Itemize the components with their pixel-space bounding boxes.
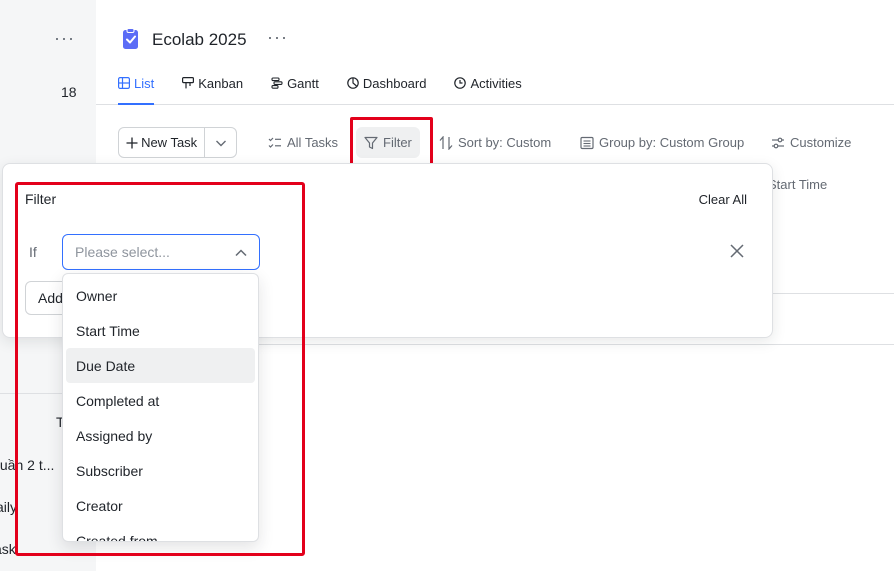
tab-gantt[interactable]: Gantt	[271, 74, 319, 105]
rail-more-button[interactable]: ···	[54, 28, 75, 49]
tab-label: Dashboard	[362, 76, 427, 91]
dropdown-option-creator[interactable]: Creator	[66, 488, 255, 523]
group-icon	[580, 136, 594, 149]
project-title: Ecolab 2025	[152, 30, 247, 49]
dropdown-option-start-time[interactable]: Start Time	[66, 313, 255, 348]
customize-button[interactable]: Customize	[771, 127, 851, 158]
field-select-input[interactable]	[75, 244, 225, 260]
chevron-up-icon	[235, 249, 247, 257]
task-toolbar: New Task All Tasks Filter Sort by: Custo…	[118, 127, 894, 158]
dropdown-option-created-from[interactable]: Created from	[66, 523, 255, 542]
tab-activities[interactable]: Activities	[454, 74, 522, 105]
field-select[interactable]	[62, 234, 260, 270]
rail-text[interactable]: aily	[0, 499, 26, 515]
sliders-icon	[772, 137, 784, 148]
tab-kanban[interactable]: Kanban	[182, 74, 243, 105]
rail-text[interactable]: ask	[0, 541, 24, 557]
remove-condition-icon[interactable]	[729, 243, 745, 259]
new-task-button[interactable]: New Task	[119, 128, 206, 157]
tab-label: List	[134, 76, 155, 91]
project-header: Ecolab 2025 ··· List Kanban Gantt Dashbo…	[96, 0, 894, 105]
new-task-split-button: New Task	[118, 127, 237, 158]
activities-icon	[454, 77, 467, 89]
project-more-button[interactable]: ···	[267, 27, 288, 48]
gantt-icon	[271, 77, 283, 89]
customize-label: Customize	[790, 135, 852, 150]
plus-icon	[126, 137, 138, 148]
tab-label: Kanban	[198, 76, 244, 91]
view-tabs: List Kanban Gantt Dashboard Activities	[118, 74, 550, 105]
dropdown-option-subscriber[interactable]: Subscriber	[66, 453, 255, 488]
rail-text[interactable]: tuần 2 t...	[0, 457, 60, 473]
column-header-start-time[interactable]: Start Time	[768, 177, 827, 192]
dropdown-option-assigned-by[interactable]: Assigned by	[66, 418, 255, 453]
tab-dashboard[interactable]: Dashboard	[347, 74, 427, 105]
tab-label: Activities	[470, 76, 522, 91]
dropdown-option-due-date[interactable]: Due Date	[66, 348, 255, 383]
filter-panel-title: Filter	[25, 191, 57, 207]
all-tasks-button[interactable]: All Tasks	[268, 127, 338, 158]
clear-all-button[interactable]: Clear All	[699, 192, 747, 207]
tab-list[interactable]: List	[118, 74, 155, 105]
sort-icon	[439, 135, 453, 150]
rail-count: 18	[61, 84, 77, 100]
tab-label: Gantt	[287, 76, 319, 91]
chevron-down-icon	[215, 140, 226, 146]
project-icon	[123, 28, 138, 49]
field-dropdown: Owner Start Time Due Date Completed at A…	[62, 273, 259, 542]
dropdown-option-completed-at[interactable]: Completed at	[66, 383, 255, 418]
sort-button[interactable]: Sort by: Custom	[439, 127, 551, 158]
dashboard-icon	[347, 77, 359, 89]
group-by-button[interactable]: Group by: Custom Group	[580, 127, 744, 158]
dropdown-option-owner[interactable]: Owner	[66, 278, 255, 313]
divider	[773, 293, 894, 294]
list-icon	[118, 77, 130, 89]
condition-if-label: If	[29, 244, 37, 260]
checklist-icon	[268, 137, 281, 148]
all-tasks-label: All Tasks	[287, 135, 339, 150]
sort-label: Sort by: Custom	[458, 135, 552, 150]
new-task-dropdown-button[interactable]	[205, 128, 236, 157]
filter-button-highlight	[350, 117, 433, 169]
new-task-label: New Task	[141, 135, 198, 150]
kanban-icon	[182, 77, 195, 89]
group-by-label: Group by: Custom Group	[599, 135, 745, 150]
